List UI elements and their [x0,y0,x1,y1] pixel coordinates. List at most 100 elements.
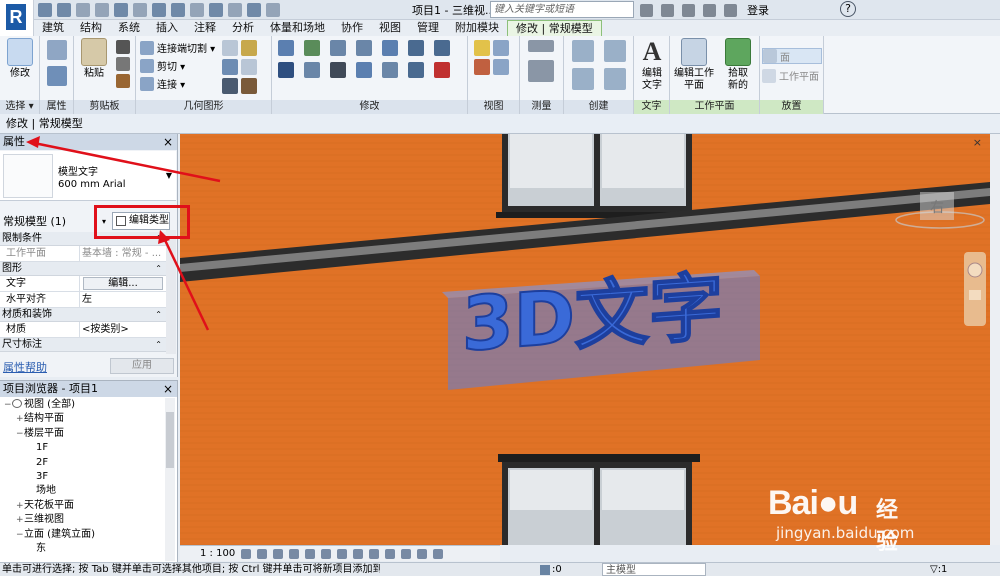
crop-view-icon[interactable] [321,548,332,559]
user-icon[interactable] [724,3,737,17]
tab-view[interactable]: 视图 [371,20,409,36]
sun-path-icon[interactable] [273,548,284,559]
pin-icon[interactable] [408,40,424,56]
edit-workplane-button[interactable]: 编辑工作平面 [672,38,716,92]
browser-tree-item[interactable]: 场地 [0,484,164,498]
switch-windows-icon[interactable] [266,3,280,17]
measure-distance-icon[interactable] [528,40,554,52]
override-icon[interactable] [493,40,509,56]
visual-style-icon[interactable] [257,548,268,559]
view-scale[interactable]: 1 : 100 [200,548,235,559]
collapse-icon[interactable]: ⌃ [155,232,162,246]
browser-tree-item[interactable]: −立面 (建筑立面) [0,528,164,542]
delete-icon[interactable] [434,62,450,78]
create-group-icon[interactable] [572,68,594,90]
tab-massing-site[interactable]: 体量和场地 [262,20,333,36]
expand-icon[interactable]: + [16,513,24,527]
mirror-axis-icon[interactable] [330,40,346,56]
array-icon[interactable] [382,62,398,78]
copy-icon[interactable] [116,57,130,71]
binoculars-icon[interactable] [640,3,653,17]
move-icon[interactable] [278,62,294,78]
demolish-icon[interactable] [222,78,238,94]
expand-icon[interactable]: + [16,499,24,513]
browser-tree-item[interactable]: −楼层平面 [0,427,164,441]
browser-tree-item[interactable]: +结构平面 [0,412,164,426]
scale-icon[interactable] [408,62,424,78]
cut-geometry-button[interactable]: 剪切 ▾ [140,58,185,73]
create-assembly-icon[interactable] [572,40,594,62]
redo-icon[interactable] [95,3,109,17]
favorites-icon[interactable] [703,3,716,17]
chevron-down-icon[interactable]: ▾ [102,217,106,226]
collapse-icon[interactable]: ⌃ [155,262,162,276]
tab-architecture[interactable]: 建筑 [34,20,72,36]
model-text[interactable]: 3D文字 [461,263,724,369]
rotate-icon[interactable] [330,62,346,78]
tab-annotate[interactable]: 注释 [186,20,224,36]
select-panel-label[interactable]: 选择 ▾ [0,100,39,114]
design-option-select[interactable]: 主模型 [602,563,706,576]
navigation-bar[interactable] [964,252,986,326]
edit-text-cell-button[interactable]: 编辑... [83,277,163,290]
filter-count[interactable]: ▽:1 [930,563,947,576]
tab-insert[interactable]: 插入 [148,20,186,36]
group-materials[interactable]: 材质和装饰 ⌃ [0,308,166,322]
help-button[interactable]: ? [840,1,856,17]
remove-paint-icon[interactable] [241,59,257,75]
tab-analyze[interactable]: 分析 [224,20,262,36]
collapse-icon[interactable]: ⌃ [155,338,162,352]
hide-bulb-icon[interactable] [474,40,490,56]
browser-tree-item[interactable]: 3F [0,470,164,484]
dimension-icon[interactable] [528,60,554,82]
property-value[interactable]: 左 [80,292,166,307]
browser-tree-item[interactable]: +三维视图 [0,513,164,527]
tab-systems[interactable]: 系统 [110,20,148,36]
collapse-icon[interactable]: − [4,398,12,412]
wall-join-icon[interactable] [222,40,238,56]
type-properties-icon[interactable] [47,40,67,60]
group-dimensions[interactable]: 尺寸标注 ⌃ [0,338,166,352]
type-selector[interactable]: 模型文字 600 mm Arial ▼ [0,151,176,201]
split-face-icon[interactable] [241,40,257,56]
temp-hide-icon[interactable] [369,548,380,559]
collapse-icon[interactable]: ⌃ [155,308,162,322]
analytical-model-icon[interactable] [401,548,412,559]
viewport-vertical-scrollbar[interactable] [990,134,1000,545]
browser-tree-item[interactable]: 东 [0,542,164,556]
communication-icon[interactable] [682,3,695,17]
close-hidden-icon[interactable] [247,3,261,17]
group-graphics[interactable]: 图形 ⌃ [0,262,166,276]
place-on-face-button[interactable]: 面 [762,48,822,64]
view-range-icon[interactable] [493,59,509,75]
cut-icon[interactable] [116,40,130,54]
unpin-icon[interactable] [434,40,450,56]
match-type-icon[interactable] [116,74,130,88]
close-icon[interactable]: × [163,134,173,150]
rendering-icon[interactable] [305,548,316,559]
edit-type-button[interactable]: 编辑类型 [112,212,170,230]
properties-scrollbar[interactable] [166,230,176,354]
browser-scrollbar[interactable] [165,398,175,561]
search-input[interactable]: 键入关键字或短语 [490,1,634,18]
browser-tree-item[interactable]: +天花板平面 [0,499,164,513]
copy-element-icon[interactable] [304,62,320,78]
edit-text-button[interactable]: A 编辑文字 [634,38,670,92]
place-on-workplane-button[interactable]: 工作平面 [762,68,819,83]
tab-collaborate[interactable]: 协作 [333,20,371,36]
thin-lines-icon[interactable] [228,3,242,17]
application-menu-button[interactable]: R [0,0,34,38]
mirror-draw-icon[interactable] [356,40,372,56]
show-crop-icon[interactable] [337,548,348,559]
paint-icon[interactable] [222,59,238,75]
lock-view-icon[interactable] [353,548,364,559]
shadows-icon[interactable] [289,548,300,559]
apply-button[interactable]: 应用 [110,358,174,374]
pick-new-host-button[interactable]: 拾取新的 [720,38,756,92]
tab-manage[interactable]: 管理 [409,20,447,36]
reveal-hidden-icon[interactable] [385,548,396,559]
property-value[interactable]: <按类别> [80,322,166,337]
properties-help-link[interactable]: 属性帮助 [3,359,47,375]
linework-icon[interactable] [474,59,490,75]
collapse-icon[interactable]: − [16,528,24,542]
